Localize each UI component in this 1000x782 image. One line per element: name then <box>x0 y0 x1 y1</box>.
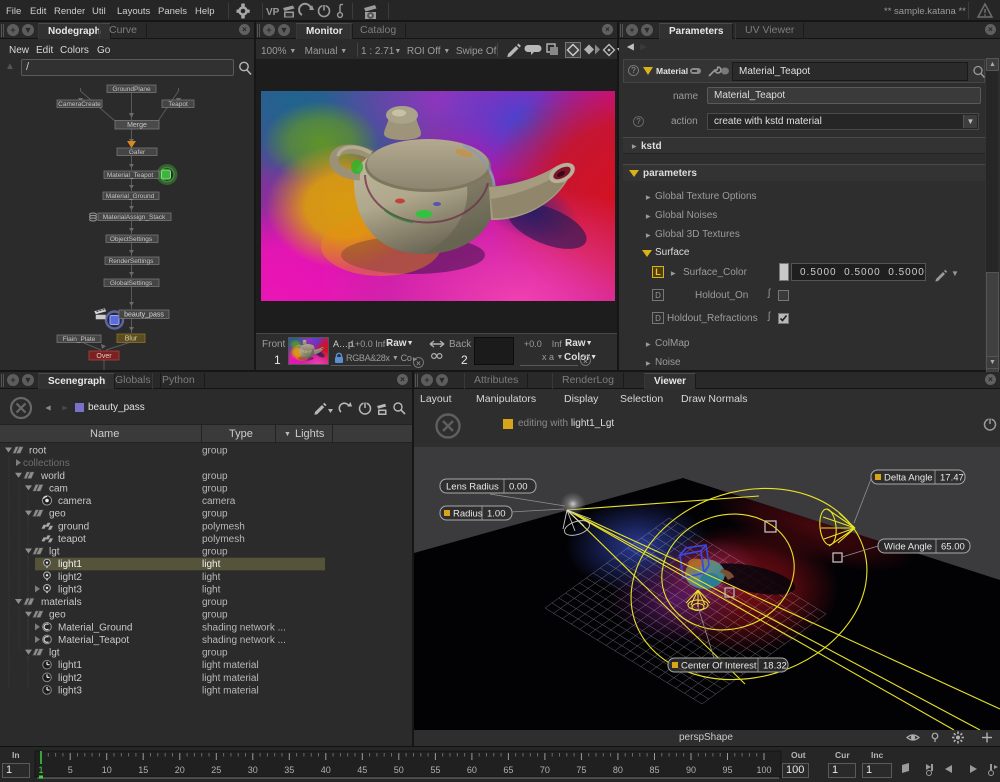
svg-text:shading network ...: shading network ... <box>202 622 286 633</box>
svg-text:group: group <box>202 547 228 558</box>
svg-text:group: group <box>202 610 228 621</box>
svg-text:45: 45 <box>357 765 367 775</box>
svg-text:group: group <box>202 597 228 608</box>
svg-text:light material: light material <box>202 686 259 697</box>
svg-text:30: 30 <box>248 765 258 775</box>
svg-text:lgt: lgt <box>49 547 60 558</box>
svg-text:17.47: 17.47 <box>940 473 964 484</box>
svg-text:Over: Over <box>96 353 112 360</box>
svg-text:materials: materials <box>41 597 82 608</box>
svg-text:Delta Angle: Delta Angle <box>884 473 933 484</box>
svg-text:group: group <box>202 509 228 520</box>
svg-text:100: 100 <box>756 765 771 775</box>
svg-text:light: light <box>202 572 221 583</box>
svg-text:15: 15 <box>138 765 148 775</box>
svg-text:Blur: Blur <box>125 336 138 343</box>
svg-text:Radius: Radius <box>453 509 483 520</box>
svg-text:light: light <box>202 559 221 570</box>
svg-text:Material_Ground: Material_Ground <box>106 193 155 200</box>
svg-text:camera: camera <box>202 496 236 507</box>
svg-text:shading network ...: shading network ... <box>202 635 286 646</box>
svg-text:light material: light material <box>202 660 259 671</box>
svg-text:90: 90 <box>686 765 696 775</box>
svg-text:Merge: Merge <box>127 122 147 129</box>
svg-text:light2: light2 <box>58 673 82 684</box>
svg-text:group: group <box>202 648 228 659</box>
svg-text:VP: VP <box>266 7 280 18</box>
svg-text:geo: geo <box>49 509 66 520</box>
svg-text:camera: camera <box>58 496 92 507</box>
svg-text:teapot: teapot <box>58 534 86 545</box>
svg-text:1: 1 <box>38 765 43 775</box>
svg-text:light1: light1 <box>58 559 82 570</box>
svg-text:lgt: lgt <box>49 648 60 659</box>
svg-text:Center Of Interest: Center Of Interest <box>681 661 757 672</box>
svg-text:Material_Teapot: Material_Teapot <box>58 635 129 646</box>
svg-text:10: 10 <box>102 765 112 775</box>
svg-text:Lens Radius: Lens Radius <box>446 482 499 493</box>
svg-text:light material: light material <box>202 673 259 684</box>
svg-text:cam: cam <box>49 483 68 494</box>
svg-text:80: 80 <box>613 765 623 775</box>
svg-text:50: 50 <box>394 765 404 775</box>
svg-text:Teapot: Teapot <box>168 101 188 108</box>
svg-text:95: 95 <box>722 765 732 775</box>
svg-text:ObjectSettings: ObjectSettings <box>110 236 153 243</box>
svg-text:85: 85 <box>649 765 659 775</box>
svg-text:polymesh: polymesh <box>202 521 245 532</box>
svg-text:RenderSettings: RenderSettings <box>109 258 155 265</box>
svg-text:ground: ground <box>58 521 89 532</box>
svg-text:Material_Ground: Material_Ground <box>58 622 132 633</box>
svg-text:18.32: 18.32 <box>763 661 787 672</box>
svg-text:Material_Teapot: Material_Teapot <box>107 172 153 179</box>
svg-text:group: group <box>202 446 228 457</box>
svg-text:polymesh: polymesh <box>202 534 245 545</box>
svg-text:world: world <box>40 471 65 482</box>
svg-text:60: 60 <box>467 765 477 775</box>
svg-text:MaterialAssign_Stack: MaterialAssign_Stack <box>103 214 166 221</box>
svg-text:light: light <box>202 584 221 595</box>
svg-text:40: 40 <box>321 765 331 775</box>
svg-text:light2: light2 <box>58 572 82 583</box>
svg-text:5: 5 <box>68 765 73 775</box>
svg-text:25: 25 <box>211 765 221 775</box>
svg-text:20: 20 <box>175 765 185 775</box>
svg-text:GroundPlane: GroundPlane <box>112 86 151 93</box>
svg-text:65.00: 65.00 <box>941 542 965 553</box>
svg-text:GlobalSettings: GlobalSettings <box>110 280 153 287</box>
svg-text:55: 55 <box>430 765 440 775</box>
svg-text:root: root <box>29 446 46 457</box>
svg-text:Gafer: Gafer <box>129 149 146 156</box>
svg-text:75: 75 <box>576 765 586 775</box>
svg-text:group: group <box>202 471 228 482</box>
svg-text:35: 35 <box>284 765 294 775</box>
svg-text:70: 70 <box>540 765 550 775</box>
svg-text:collections: collections <box>23 458 70 469</box>
svg-text:light3: light3 <box>58 584 82 595</box>
svg-text:group: group <box>202 483 228 494</box>
svg-text:light1: light1 <box>58 660 82 671</box>
svg-text:light3: light3 <box>58 686 82 697</box>
svg-text:1.00: 1.00 <box>487 509 506 520</box>
svg-text:65: 65 <box>503 765 513 775</box>
svg-text:geo: geo <box>49 610 66 621</box>
svg-text:Wide Angle: Wide Angle <box>884 542 932 553</box>
svg-text:CameraCreate: CameraCreate <box>58 101 101 108</box>
svg-text:beauty_pass: beauty_pass <box>124 312 164 319</box>
svg-text:0.00: 0.00 <box>509 482 528 493</box>
svg-text:Flain_Plate: Flain_Plate <box>63 336 96 343</box>
